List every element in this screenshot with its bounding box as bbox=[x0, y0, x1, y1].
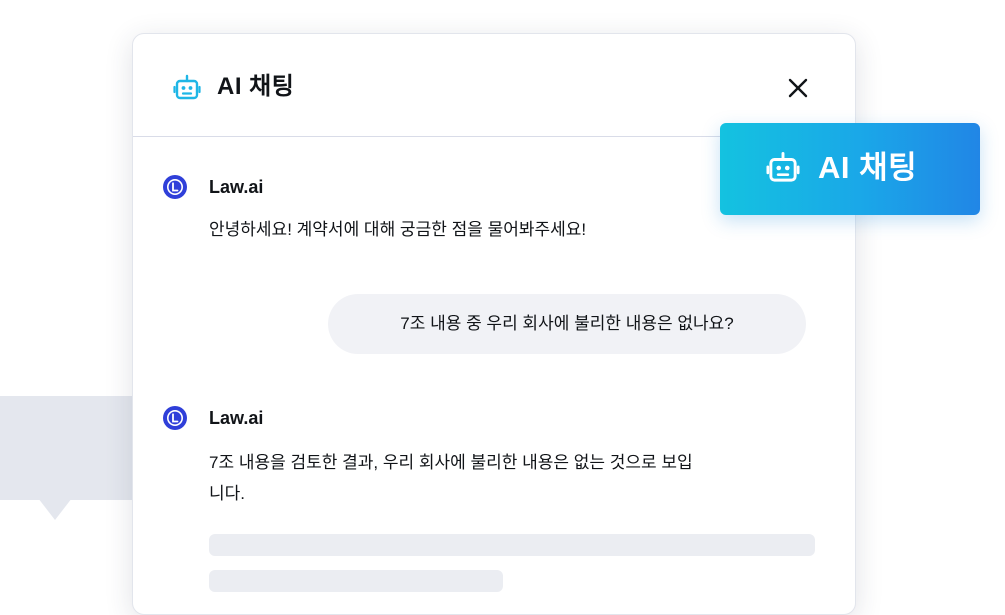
loading-skeleton-line bbox=[209, 534, 815, 556]
user-message-bubble: 7조 내용 중 우리 회사에 불리한 내용은 없나요? bbox=[328, 294, 806, 354]
assistant-avatar bbox=[163, 175, 187, 199]
loading-skeleton-line bbox=[209, 570, 503, 592]
message-sender: Law.ai bbox=[209, 177, 264, 197]
chat-header: AI 채팅 bbox=[133, 34, 855, 137]
user-message-text: 7조 내용 중 우리 회사에 불리한 내용은 없나요? bbox=[400, 314, 734, 333]
assistant-message-text-line-2: 니다. bbox=[209, 484, 246, 503]
assistant-message-text: 안녕하세요! 계약서에 대해 궁금한 점을 물어봐주세요! bbox=[209, 220, 587, 239]
robot-icon bbox=[766, 151, 800, 185]
chat-title: AI 채팅 bbox=[217, 73, 295, 100]
robot-icon bbox=[173, 74, 201, 102]
chat-panel: AI 채팅 Law.ai 안녕하세요! 계약서에 대해 궁금한 점을 물어봐주세… bbox=[132, 33, 856, 615]
ai-chat-button[interactable]: AI 채팅 bbox=[720, 123, 980, 215]
ai-chat-button-label: AI 채팅 bbox=[818, 150, 918, 185]
assistant-message-text-line-1: 7조 내용을 검토한 결과, 우리 회사에 불리한 내용은 없는 것으로 보입 bbox=[209, 453, 693, 472]
close-icon[interactable] bbox=[785, 75, 811, 101]
message-sender: Law.ai bbox=[209, 408, 264, 428]
background-speech-bubble-tail bbox=[38, 498, 72, 520]
assistant-avatar bbox=[163, 406, 187, 430]
